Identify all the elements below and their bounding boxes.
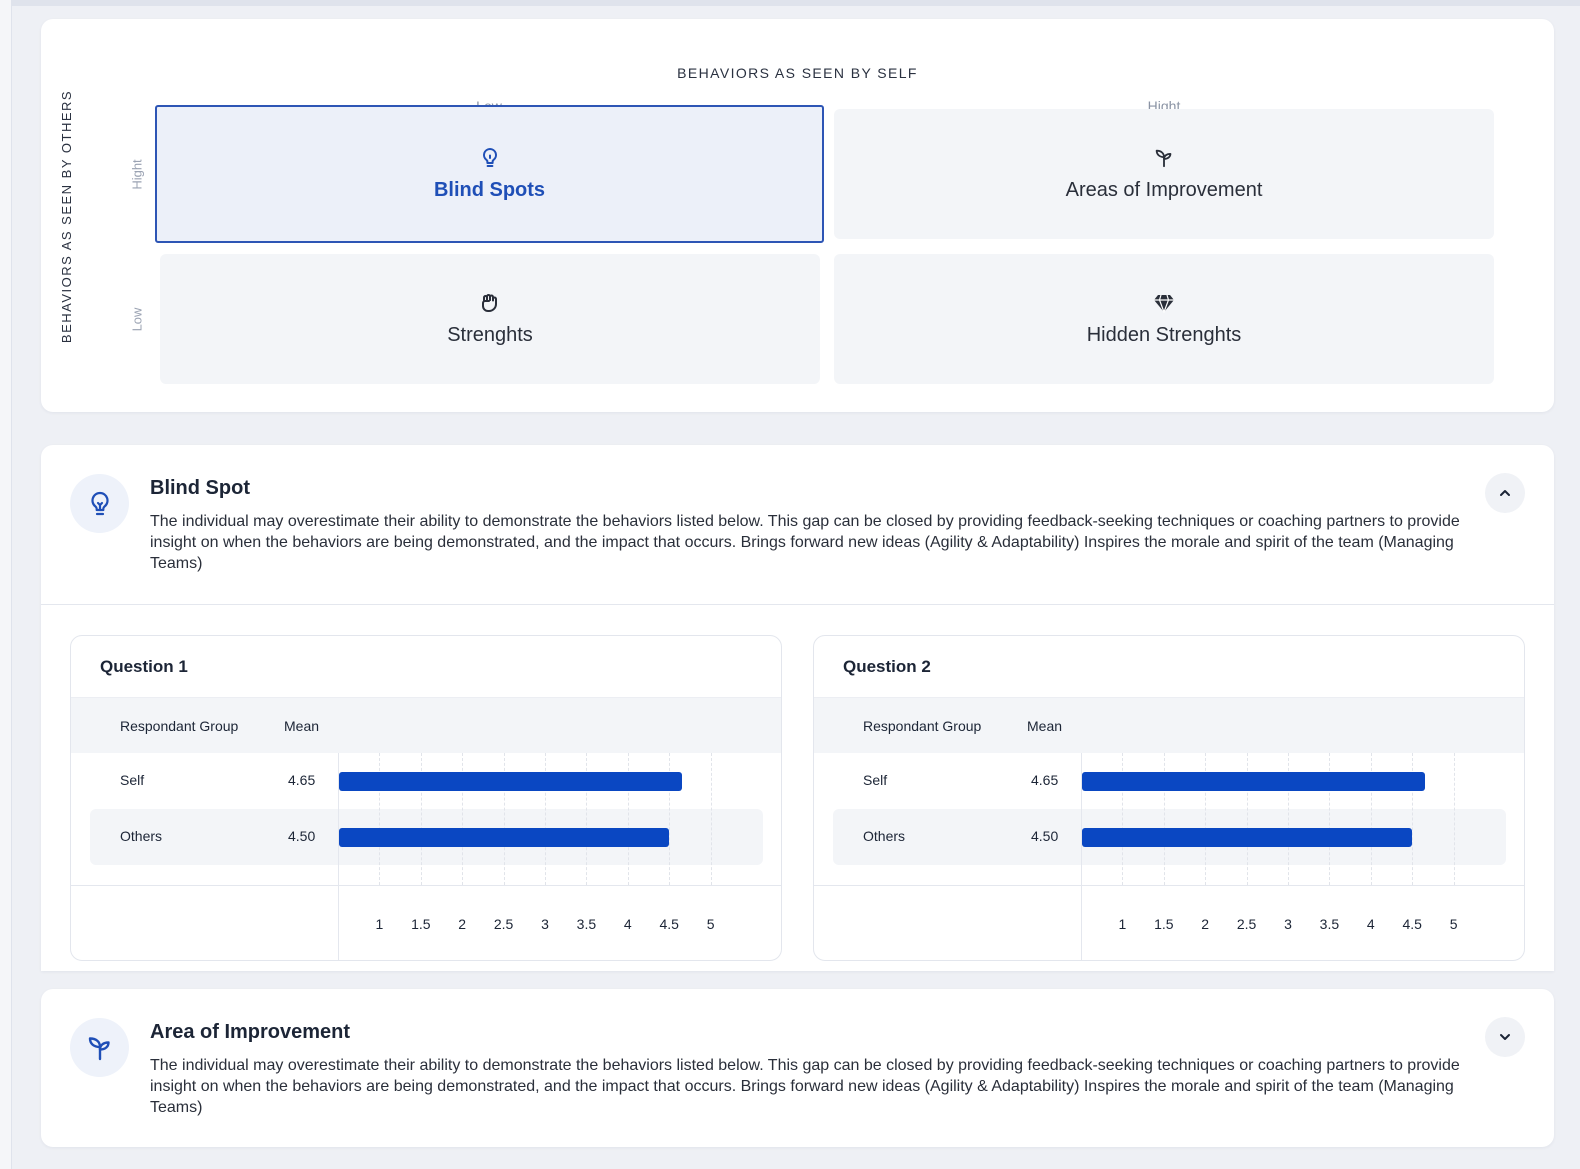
quadrant-blind-spots[interactable]: Blind Spots (155, 105, 824, 243)
lightbulb-icon (479, 147, 501, 169)
x-tick-label: 3 (1284, 916, 1292, 932)
section-description: The individual may overestimate their ab… (150, 1057, 1460, 1116)
bar-self (339, 772, 682, 791)
section-title: Blind Spot (150, 477, 250, 499)
gridline (1453, 753, 1455, 885)
quadrant-label: Hidden Strenghts (1086, 323, 1242, 346)
col-header-mean: Mean (284, 718, 320, 734)
bar-chart (338, 753, 762, 885)
question-card: Question 1 Respondant Group Mean Self 4.… (70, 635, 782, 961)
x-tick-label: 1 (375, 916, 384, 932)
x-tick-label: 2 (458, 916, 467, 932)
col-header-group: Respondant Group (863, 718, 982, 734)
row-label-high: Hight (129, 158, 145, 190)
johari-matrix-card: BEHAVIORS AS SEEN BY SELF Low Hight BEHA… (41, 19, 1554, 412)
x-tick-label: 4 (1366, 916, 1375, 932)
fist-icon (479, 292, 501, 314)
x-tick-label: 1 (1118, 916, 1127, 932)
sprout-icon (1153, 147, 1175, 169)
question-title: Question 2 (843, 657, 931, 676)
respondent-group: Others (863, 828, 906, 844)
mean-value: 4.65 (288, 772, 316, 788)
quadrant-strengths[interactable]: Strenghts (160, 254, 820, 384)
section-title: Area of Improvement (150, 1021, 351, 1043)
collapse-button[interactable] (1485, 473, 1525, 513)
matrix-title: BEHAVIORS AS SEEN BY SELF (677, 65, 918, 81)
x-tick-label: 2.5 (1236, 916, 1257, 932)
axis-divider-vertical (1081, 753, 1082, 960)
x-tick-label: 3.5 (576, 916, 597, 932)
mean-value: 4.50 (288, 828, 316, 844)
x-tick-label: 2 (1201, 916, 1210, 932)
blind-spot-section: Blind Spot The individual may overestima… (41, 445, 1554, 971)
table-header: Respondant Group Mean (71, 697, 781, 753)
row-label-low: Low (129, 307, 145, 331)
left-edge (0, 0, 12, 1169)
bar-others (339, 828, 670, 847)
quadrant-hidden-strengths[interactable]: Hidden Strenghts (834, 254, 1494, 384)
quadrant-label: Strenghts (447, 323, 533, 346)
quadrant-label: Areas of Improvement (1065, 178, 1263, 201)
x-tick-label: 4.5 (659, 916, 679, 932)
bar-chart (1081, 753, 1505, 885)
respondent-group: Self (120, 772, 145, 788)
gridline (710, 753, 712, 885)
x-tick-label: 1.5 (411, 916, 431, 932)
col-header-mean: Mean (1027, 718, 1063, 734)
x-tick-label: 5 (1449, 916, 1458, 932)
quadrant-label: Blind Spots (433, 178, 546, 201)
top-border (0, 0, 1580, 6)
x-tick-label: 3.5 (1319, 916, 1340, 932)
x-tick-label: 3 (541, 916, 549, 932)
axis-divider (814, 885, 1524, 886)
col-header-group: Respondant Group (120, 718, 239, 734)
row-axis-title: BEHAVIORS AS SEEN BY OTHERS (59, 89, 75, 343)
axis-divider-vertical (338, 753, 339, 960)
chevron-down-icon (1500, 1034, 1510, 1040)
sprout-icon (70, 1018, 129, 1077)
question-card: Question 2 Respondant Group Mean Self 4.… (813, 635, 1525, 961)
chevron-up-icon (1500, 490, 1510, 496)
section-description: The individual may overestimate their ab… (150, 513, 1460, 572)
respondent-group: Others (120, 828, 163, 844)
bar-self (1082, 772, 1425, 791)
x-tick-label: 5 (706, 916, 715, 932)
respondent-group: Self (863, 772, 888, 788)
mean-value: 4.50 (1031, 828, 1059, 844)
x-tick-label: 4 (623, 916, 632, 932)
table-header: Respondant Group Mean (814, 697, 1524, 753)
mean-value: 4.65 (1031, 772, 1059, 788)
x-tick-label: 1.5 (1154, 916, 1174, 932)
axis-divider (71, 885, 781, 886)
diamond-icon (1153, 292, 1175, 314)
question-title: Question 1 (100, 657, 188, 676)
lightbulb-icon (70, 474, 129, 533)
x-tick-label: 2.5 (493, 916, 514, 932)
section-divider (41, 604, 1554, 605)
x-tick-label: 4.5 (1402, 916, 1422, 932)
quadrant-areas-of-improvement[interactable]: Areas of Improvement (834, 109, 1494, 239)
area-of-improvement-section: Area of Improvement The individual may o… (41, 989, 1554, 1147)
bar-others (1082, 828, 1413, 847)
expand-button[interactable] (1485, 1017, 1525, 1057)
